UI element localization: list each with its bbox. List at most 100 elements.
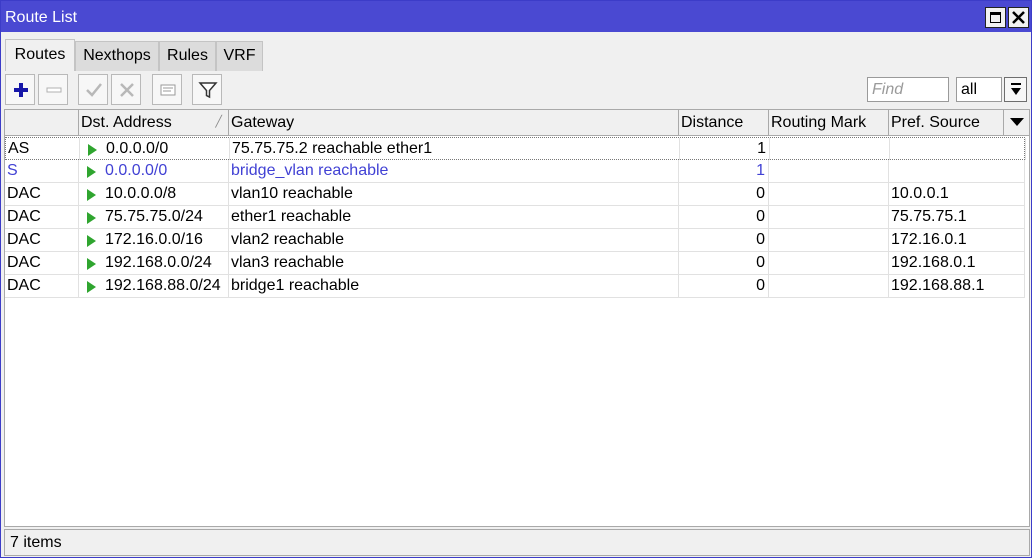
cell-routing-mark (769, 160, 889, 182)
cell-dst-address: 192.168.0.0/24 (79, 252, 229, 274)
route-list-window: Route List Routes Nexthops Rules VRF Fin… (0, 0, 1032, 558)
dropdown-arrow-icon (1011, 83, 1021, 95)
cell-dst-address: 0.0.0.0/0 (80, 138, 230, 160)
column-header-pref-source[interactable]: Pref. Source (889, 110, 1004, 135)
cell-distance: 0 (679, 183, 769, 205)
cell-flags: DAC (5, 275, 79, 297)
close-button[interactable] (1008, 7, 1029, 28)
cell-dst-address: 172.16.0.0/16 (79, 229, 229, 251)
filter-select[interactable]: all (956, 77, 1002, 102)
cell-distance: 0 (679, 275, 769, 297)
x-icon (120, 83, 134, 97)
filter-dropdown-button[interactable] (1004, 77, 1027, 102)
active-route-arrow-icon (87, 189, 96, 201)
dst-address-text: 75.75.75.0/24 (105, 208, 203, 225)
cell-gateway: ether1 reachable (229, 206, 679, 228)
cell-routing-mark (770, 138, 890, 160)
table-row[interactable]: DAC 192.168.0.0/24 vlan3 reachable 0 192.168… (5, 252, 1025, 275)
filter-button[interactable] (192, 74, 222, 105)
dst-address-text: 172.16.0.0/16 (105, 231, 203, 248)
remove-icon (46, 87, 62, 93)
dst-address-text: 10.0.0.0/8 (105, 185, 177, 202)
chevron-down-icon (1010, 118, 1024, 126)
cell-dst-address: 10.0.0.0/8 (79, 183, 229, 205)
cell-pref-source: 192.168.88.1 (889, 275, 1025, 297)
active-route-arrow-icon (87, 258, 96, 270)
maximize-icon (990, 12, 1001, 23)
cell-gateway: 75.75.75.2 reachable ether1 (230, 138, 680, 160)
dst-address-text: 192.168.88.0/24 (105, 277, 221, 294)
tab-label: Nexthops (83, 47, 151, 64)
dst-address-text: 0.0.0.0/0 (106, 140, 169, 157)
active-route-arrow-icon (88, 144, 97, 156)
active-route-arrow-icon (87, 166, 96, 178)
cell-flags: DAC (5, 183, 79, 205)
cell-gateway: vlan2 reachable (229, 229, 679, 251)
tab-rules[interactable]: Rules (159, 41, 216, 71)
add-button[interactable] (5, 74, 35, 105)
disable-button[interactable] (111, 74, 141, 105)
column-header-dst-address[interactable]: Dst. Address ╱ (79, 110, 229, 135)
table-row[interactable]: AS 0.0.0.0/0 75.75.75.2 reachable ether1 1 (5, 137, 1026, 160)
dst-address-text: 192.168.0.0/24 (105, 254, 212, 271)
cell-flags: DAC (5, 206, 79, 228)
cell-dst-address: 0.0.0.0/0 (79, 160, 229, 182)
tab-label: Routes (14, 46, 66, 63)
tab-routes[interactable]: Routes (5, 39, 75, 71)
column-header-flags[interactable] (5, 110, 79, 135)
item-count: 7 items (10, 534, 62, 551)
cell-pref-source: 75.75.75.1 (889, 206, 1025, 228)
cell-distance: 0 (679, 229, 769, 251)
filter-icon (198, 82, 218, 99)
cell-routing-mark (769, 252, 889, 274)
tab-nexthops[interactable]: Nexthops (75, 41, 159, 71)
cell-gateway: bridge_vlan reachable (229, 160, 679, 182)
column-header-routing-mark[interactable]: Routing Mark (769, 110, 889, 135)
cell-distance: 0 (679, 252, 769, 274)
tab-vrf[interactable]: VRF (216, 41, 263, 71)
active-route-arrow-icon (87, 212, 96, 224)
find-input[interactable]: Find (867, 77, 949, 102)
add-icon (14, 83, 28, 97)
cell-distance: 1 (679, 160, 769, 182)
cell-gateway: bridge1 reachable (229, 275, 679, 297)
table-row[interactable]: DAC 192.168.88.0/24 bridge1 reachable 0 192.… (5, 275, 1025, 298)
cell-routing-mark (769, 183, 889, 205)
table-header: Dst. Address ╱ Gateway Distance Routing … (5, 110, 1029, 136)
table-row[interactable]: DAC 75.75.75.0/24 ether1 reachable 0 75.75.7… (5, 206, 1025, 229)
dst-address-text: 0.0.0.0/0 (105, 162, 168, 179)
cell-flags: DAC (5, 252, 79, 274)
column-header-distance[interactable]: Distance (679, 110, 769, 135)
column-menu-button[interactable] (1004, 110, 1029, 135)
active-route-arrow-icon (87, 281, 96, 293)
remove-button[interactable] (38, 74, 68, 105)
table-row[interactable]: DAC 10.0.0.0/8 vlan10 reachable 0 10.0.0.1 (5, 183, 1025, 206)
cell-routing-mark (769, 206, 889, 228)
table-row[interactable]: S 0.0.0.0/0 bridge_vlan reachable 1 (5, 160, 1025, 183)
route-table: Dst. Address ╱ Gateway Distance Routing … (4, 109, 1030, 527)
window-title: Route List (5, 9, 78, 26)
column-header-gateway[interactable]: Gateway (229, 110, 679, 135)
cell-flags: AS (6, 138, 80, 160)
active-route-arrow-icon (87, 235, 96, 247)
maximize-button[interactable] (985, 7, 1006, 28)
check-icon (86, 83, 102, 97)
toolbar: Find all (5, 74, 1029, 106)
status-bar: 7 items (4, 529, 1030, 556)
cell-distance: 0 (679, 206, 769, 228)
tab-label: VRF (223, 47, 256, 64)
cell-flags: DAC (5, 229, 79, 251)
enable-button[interactable] (78, 74, 108, 105)
title-bar[interactable]: Route List (1, 1, 1031, 32)
cell-dst-address: 75.75.75.0/24 (79, 206, 229, 228)
table-row[interactable]: DAC 172.16.0.0/16 vlan2 reachable 0 172.16.0… (5, 229, 1025, 252)
cell-routing-mark (769, 229, 889, 251)
cell-pref-source (890, 138, 1026, 160)
comment-icon (160, 84, 176, 96)
comment-button[interactable] (152, 74, 182, 105)
tab-label: Rules (167, 47, 208, 64)
cell-pref-source: 172.16.0.1 (889, 229, 1025, 251)
column-header-label: Dst. Address (81, 114, 172, 131)
close-icon (1012, 11, 1025, 24)
cell-gateway: vlan10 reachable (229, 183, 679, 205)
